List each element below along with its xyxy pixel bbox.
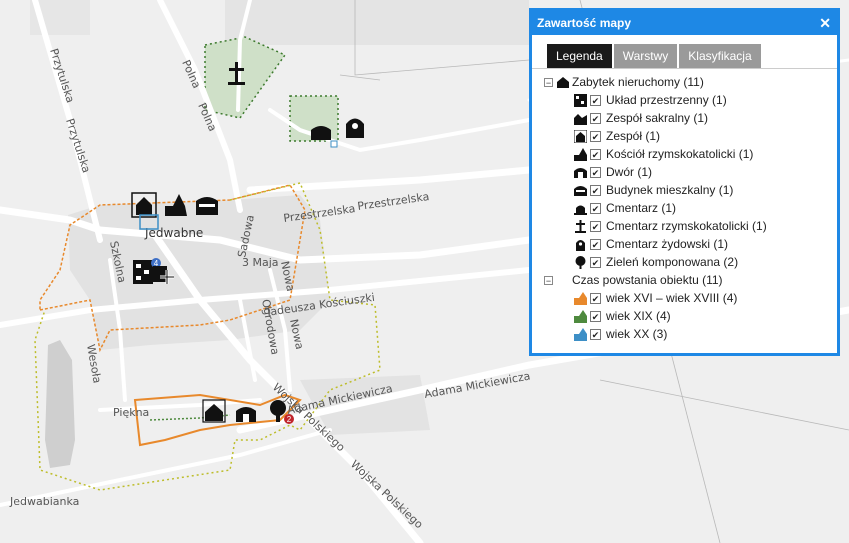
legend-item: ✔ Cmentarz (1) [532, 199, 837, 217]
legend-item: ✔ Dwór (1) [532, 163, 837, 181]
jewish-cemetery-icon [574, 238, 587, 251]
street-label-piekna: Piękna [113, 406, 149, 419]
legend-group-zabytek: − Zabytek nieruchomy (11) [532, 73, 837, 91]
collapse-icon[interactable]: − [544, 275, 553, 285]
sacral-complex-icon [574, 112, 587, 125]
legend-group-label: Czas powstania obiektu (11) [572, 273, 723, 287]
tab-warstwy[interactable]: Warstwy [613, 44, 678, 68]
pond [45, 340, 75, 468]
manor-icon [574, 166, 587, 179]
street-label-jedwabianka: Jedwabianka [9, 495, 79, 508]
close-icon[interactable]: ✕ [819, 15, 831, 32]
town-label: Jedwabne [144, 226, 203, 240]
legend-checkbox[interactable]: ✔ [590, 256, 601, 268]
map-contents-panel: Zawartość mapy ✕ Legenda Warstwy Klasyfi… [529, 8, 840, 356]
legend-item: ✔ wiek XIX (4) [532, 307, 837, 325]
legend-checkbox[interactable]: ✔ [590, 292, 601, 304]
spatial-layout-icon[interactable] [133, 260, 153, 284]
catholic-cemetery-icon [574, 219, 587, 233]
legend-group-label: Zabytek nieruchomy (11) [572, 75, 704, 89]
collapse-icon[interactable]: − [544, 77, 553, 87]
legend-item: ✔ Układ przestrzenny (1) [532, 91, 837, 109]
urban-area [225, 0, 529, 45]
tab-klasyfikacja[interactable]: Klasyfikacja [679, 44, 761, 68]
monument-icon [556, 76, 569, 89]
spatial-layout-icon [574, 93, 587, 107]
house-icon[interactable] [311, 126, 331, 140]
legend-item: ✔ Zespół sakralny (1) [532, 109, 837, 127]
orange-house-icon [574, 291, 587, 305]
legend-checkbox[interactable]: ✔ [590, 202, 601, 214]
legend-item-label: Budynek mieszkalny (1) [606, 183, 734, 197]
cluster-badge-count-2: 2 [287, 415, 292, 424]
legend-item-label: wiek XVI – wiek XVIII (4) [606, 291, 738, 305]
blue-house-icon [574, 327, 587, 341]
panel-header: Zawartość mapy ✕ [532, 11, 837, 35]
sacral-complex-icon[interactable] [153, 266, 167, 282]
manor-icon-south[interactable] [236, 407, 256, 422]
panel-title: Zawartość mapy [537, 16, 632, 30]
legend-checkbox[interactable]: ✔ [590, 184, 601, 196]
tab-legenda[interactable]: Legenda [547, 44, 612, 68]
legend-item: ✔ Kościół rzymskokatolicki (1) [532, 145, 837, 163]
legend-item-label: Zespół (1) [606, 129, 661, 143]
legend-item-label: Cmentarz rzymskokatolicki (1) [606, 219, 767, 233]
legend-checkbox[interactable]: ✔ [590, 166, 601, 178]
legend-checkbox[interactable]: ✔ [590, 94, 601, 106]
legend-checkbox[interactable]: ✔ [590, 328, 601, 340]
legend-item-label: Zieleń komponowana (2) [606, 255, 739, 269]
panel-tabs: Legenda Warstwy Klasyfikacja [547, 44, 837, 68]
manor-icon[interactable] [196, 197, 218, 215]
green-house-icon [574, 309, 587, 323]
legend-item-label: Zespół sakralny (1) [606, 111, 709, 125]
legend-item: ✔ Cmentarz żydowski (1) [532, 235, 837, 253]
legend-item-label: wiek XIX (4) [606, 309, 671, 323]
legend-checkbox[interactable]: ✔ [590, 130, 601, 142]
legend-checkbox[interactable]: ✔ [590, 220, 601, 232]
legend-item: ✔ Cmentarz rzymskokatolicki (1) [532, 217, 837, 235]
legend-item-label: Dwór (1) [606, 165, 653, 179]
legend-item-label: Układ przestrzenny (1) [606, 93, 727, 107]
legend-checkbox[interactable]: ✔ [590, 148, 601, 160]
jewish-cemetery-icon[interactable] [346, 118, 364, 139]
legend-item: ✔ Budynek mieszkalny (1) [532, 181, 837, 199]
legend-checkbox[interactable]: ✔ [590, 310, 601, 322]
legend-item: ✔ Zespół (1) [532, 127, 837, 145]
tree-icon [574, 255, 587, 269]
complex-icon [574, 129, 587, 143]
legend-item: ✔ Zieleń komponowana (2) [532, 253, 837, 271]
legend-item-label: Cmentarz żydowski (1) [606, 237, 729, 251]
legend-tree: − Zabytek nieruchomy (11) ✔ Układ przestr… [532, 68, 837, 343]
legend-item-label: Kościół rzymskokatolicki (1) [606, 147, 754, 161]
legend-checkbox[interactable]: ✔ [590, 112, 601, 124]
church-icon [574, 147, 587, 161]
legend-item: ✔ wiek XVI – wiek XVIII (4) [532, 289, 837, 307]
legend-checkbox[interactable]: ✔ [590, 238, 601, 250]
legend-item-label: Cmentarz (1) [606, 201, 677, 215]
house-icon [574, 184, 587, 197]
legend-item: ✔ wiek XX (3) [532, 325, 837, 343]
cemetery-icon [574, 202, 587, 215]
legend-item-label: wiek XX (3) [606, 327, 668, 341]
legend-group-czas: − Czas powstania obiektu (11) [532, 271, 837, 289]
